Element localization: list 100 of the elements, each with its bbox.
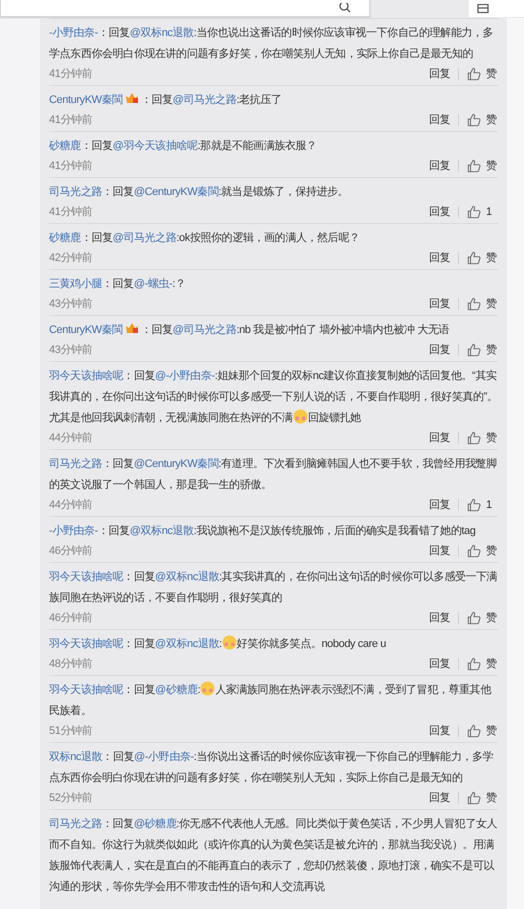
thumbs-up-icon[interactable] [467, 791, 481, 805]
comment-text: 羽今天该抽啥呢：回复@双标nc退散:其实我讲真的，在你问出这句话的时候你可以多感受一下满族同胞在热评说的话，不要自作聪明，很好笑真的 [49, 570, 498, 606]
user-link[interactable]: 砂糖鹿 [49, 140, 81, 152]
user-link[interactable]: 三黄鸡小腿 [49, 278, 102, 290]
thumbs-up-icon[interactable] [467, 251, 481, 265]
thumbs-up-icon[interactable] [467, 611, 481, 625]
mention-link[interactable]: @-小野由奈- [134, 751, 194, 763]
like-count[interactable]: 赞 [486, 158, 498, 174]
comment-text: 司马光之路：回复@CenturyKW秦閩:就当是锻炼了，保持进步。 [49, 184, 350, 200]
mention-link[interactable]: @双标nc退散 [130, 27, 194, 39]
reply-button[interactable]: 回复 [428, 250, 450, 266]
mention-link[interactable]: @砂糖鹿 [134, 818, 176, 830]
thumbs-up-icon[interactable] [467, 297, 481, 311]
mention-link[interactable]: @双标nc退散 [155, 638, 219, 650]
thumbs-up-icon[interactable] [467, 113, 481, 127]
user-link[interactable]: CenturyKW秦閩 [49, 94, 123, 106]
timestamp: 46分钟前 [49, 610, 94, 626]
like-count[interactable]: 赞 [486, 790, 498, 806]
comment-text: 双标nc退散：回复@-小野由奈-:当你说出这番话的时候你应该审视一下你自己的理解能力，多学点东西你会明白你现在讲的问题有多好笑，你在嘲笑别人无知，实际上你自己是最无知的 [49, 750, 494, 786]
comment-text: 羽今天该抽啥呢：回复@砂糖鹿: 人家满族同胞在热评表示强烈不满，受到了冒犯，尊重其他民族着。 [49, 680, 498, 722]
reply-button[interactable]: 回复 [428, 296, 450, 312]
mention-link[interactable]: @司马光之路 [172, 94, 236, 106]
timestamp: 46分钟前 [49, 544, 94, 559]
mention-link[interactable]: @双标nc退散 [155, 571, 219, 583]
timestamp: 42分钟前 [49, 250, 94, 266]
mention-link[interactable]: @CenturyKW秦閩 [134, 458, 218, 470]
user-link[interactable]: 司马光之路 [49, 458, 102, 470]
user-link[interactable]: 羽今天该抽啥呢 [49, 571, 124, 583]
thumbs-up-icon[interactable] [467, 498, 481, 512]
like-count[interactable]: 赞 [486, 430, 498, 446]
like-count[interactable]: 赞 [486, 112, 498, 128]
reply-button[interactable]: 回复 [428, 790, 450, 806]
reply-button[interactable]: 回复 [428, 610, 450, 626]
thumbs-up-icon[interactable] [467, 724, 481, 738]
like-count[interactable]: 1 [486, 496, 498, 514]
like-count[interactable]: 赞 [486, 250, 498, 266]
user-link[interactable]: CenturyKW秦閩 [49, 324, 123, 336]
mention-link[interactable]: @CenturyKW秦閩 [134, 186, 218, 198]
mention-link[interactable]: @司马光之路 [112, 232, 176, 244]
user-link[interactable]: 司马光之路 [49, 186, 102, 198]
user-link[interactable]: 砂糖鹿 [49, 232, 81, 244]
comment-text: 羽今天该抽啥呢：回复@-小野由奈-:姐妹那个回复的双标nc建议你直接复制她的话回复他。“其实我讲真的，在你问出这句话的时候你可以多感受一下别人说的话，不要自作聪明，很好笑真的”。尤其是他回我讽刺清朝，无视满族同胞在热评的不满 回旋镖扎她 [49, 368, 498, 426]
user-link[interactable]: 羽今天该抽啥呢 [49, 638, 124, 650]
like-count[interactable]: 1 [486, 204, 498, 220]
reply-button[interactable]: 回复 [428, 342, 450, 358]
user-link[interactable]: 司马光之路 [49, 818, 102, 830]
comment-text: 司马光之路：回复@CenturyKW秦閩:有道理。下次看到脑瘫韩国人也不要手软，我曾经用我蹩脚的英文说服了一个韩国人，那是我一生的骄傲。 [49, 456, 498, 493]
like-count[interactable]: 赞 [486, 342, 498, 358]
reply-button[interactable]: 回复 [428, 112, 450, 128]
comment-text: 司马光之路：回复@砂糖鹿:你无感不代表他人无感。同比类似于黄色笑话，不少男人冒犯了女人而不自知。你这行为就类似如此（或许你真的认为黄色笑话是被允许的，那就当我没说）。用满族服饰代表满人，实在是直白的不能再直白的表示了，您却仍然装傻，原地打滚，确实不是可以沟通的形状，等你先学会用不带攻击性的语句和人交流再说 [49, 816, 498, 895]
like-count[interactable]: 赞 [486, 610, 498, 626]
mention-link[interactable]: @司马光之路 [172, 324, 236, 336]
timestamp: 44分钟前 [49, 430, 94, 446]
timestamp: 41分钟前 [49, 112, 94, 128]
timestamp: 41分钟前 [49, 204, 94, 220]
mention-link[interactable]: @-小野由奈- [155, 370, 215, 382]
like-count[interactable]: 赞 [486, 656, 498, 672]
thumbs-up-icon[interactable] [467, 657, 481, 671]
like-count[interactable]: 赞 [486, 722, 498, 740]
like-count[interactable]: 赞 [486, 296, 498, 312]
timestamp: 44分钟前 [49, 498, 94, 513]
user-link[interactable]: -小野由奈- [49, 27, 98, 39]
comment-text: CenturyKW秦閩 ：回复@司马光之路:老抗压了 [49, 91, 282, 108]
user-link[interactable]: 双标nc退散 [49, 751, 102, 763]
thumbs-up-icon[interactable] [467, 343, 481, 357]
thumbs-up-icon[interactable] [467, 159, 481, 173]
timestamp: 41分钟前 [49, 158, 94, 174]
reply-button[interactable]: 回复 [428, 204, 450, 220]
search-field[interactable] [0, 0, 370, 17]
search-icon[interactable] [339, 3, 351, 13]
user-link[interactable]: 羽今天该抽啥呢 [49, 684, 124, 696]
mention-link[interactable]: @砂糖鹿 [155, 684, 198, 696]
thumbs-up-icon[interactable] [467, 431, 481, 445]
comment-text: 三黄鸡小腿：回复@-螺虫-:？ [49, 276, 187, 292]
thumbs-up-icon[interactable] [467, 544, 481, 558]
reply-button[interactable]: 回复 [428, 158, 450, 174]
reply-button[interactable]: 回复 [428, 66, 450, 82]
mention-link[interactable]: @双标nc退散 [130, 525, 194, 537]
grid-icon[interactable] [477, 4, 489, 14]
reply-button[interactable]: 回复 [428, 430, 450, 446]
crown-badge-icon [124, 322, 139, 334]
emoji-icon [200, 681, 216, 696]
emoji-icon [222, 635, 237, 650]
user-link[interactable]: 羽今天该抽啥呢 [49, 370, 124, 382]
reply-button[interactable]: 回复 [428, 542, 450, 560]
comment-text: CenturyKW秦閩 ：回复@司马光之路:nb 我是被冲怕了 墙外被冲墙内也被冲 大无语 [49, 321, 450, 338]
like-count[interactable]: 赞 [486, 542, 498, 560]
user-link[interactable]: -小野由奈- [49, 525, 98, 537]
reply-button[interactable]: 回复 [428, 656, 450, 672]
thumbs-up-icon[interactable] [467, 67, 481, 81]
reply-button[interactable]: 回复 [428, 722, 450, 740]
mention-link[interactable]: @羽今天该抽啥呢 [112, 140, 198, 152]
timestamp: 51分钟前 [49, 724, 94, 739]
comment-text: 羽今天该抽啥呢：回复@双标nc退散: 好笑你就多笑点。nobody care u [49, 634, 498, 655]
mention-link[interactable]: @-螺虫- [134, 278, 172, 290]
reply-button[interactable]: 回复 [428, 496, 450, 514]
comment-text: -小野由奈-：回复@双标nc退散:我说旗袍不是汉族传统服饰，后面的确实是我看错了她的tag [49, 524, 476, 539]
thumbs-up-icon[interactable] [467, 205, 481, 219]
like-count[interactable]: 赞 [486, 66, 498, 82]
timestamp: 43分钟前 [49, 296, 94, 312]
